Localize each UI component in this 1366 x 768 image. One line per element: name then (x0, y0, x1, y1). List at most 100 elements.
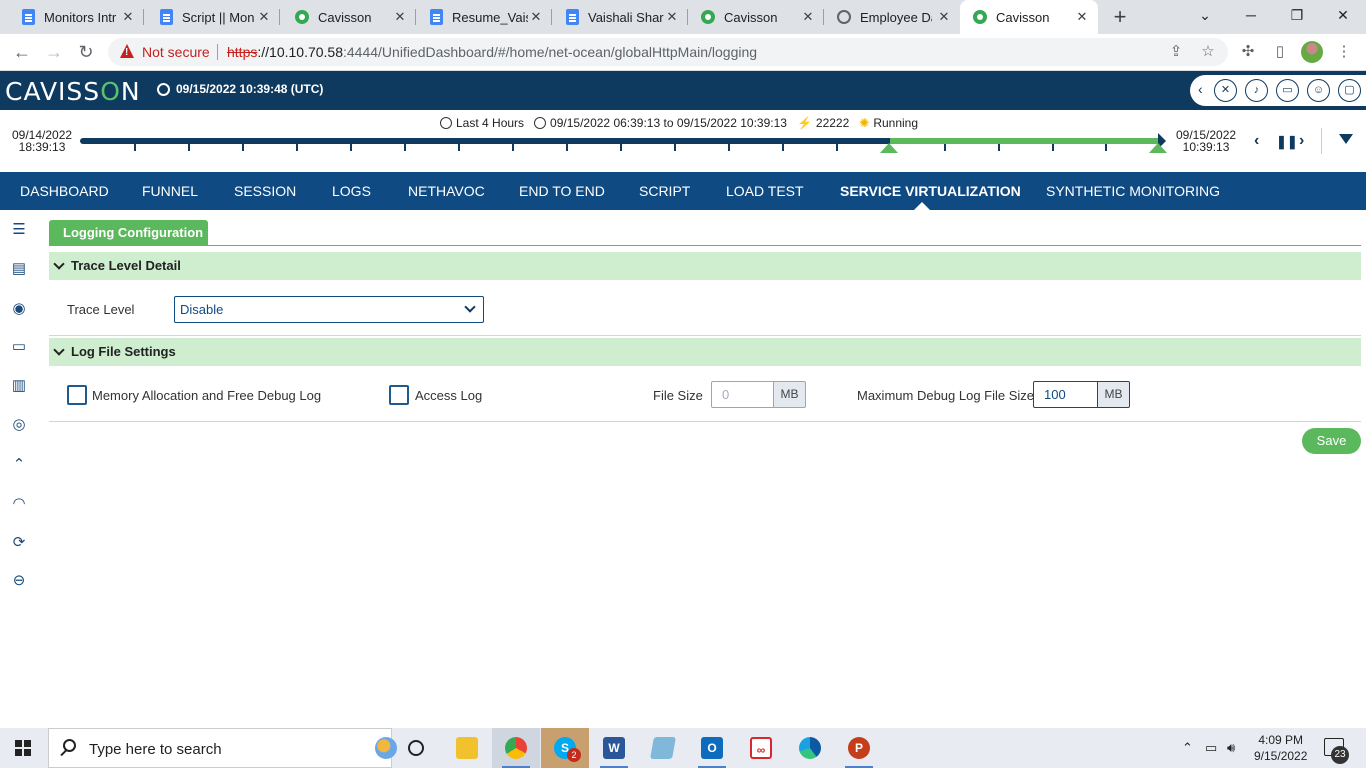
file-size-input[interactable]: 0 (711, 381, 774, 408)
nav-funnel[interactable]: FUNNEL (142, 183, 198, 199)
outlook-icon[interactable]: O (688, 728, 736, 768)
up-circle-icon[interactable]: ⌃ (10, 456, 28, 474)
minimize-icon[interactable]: ─ (1228, 0, 1274, 30)
timeline-end-handle[interactable] (1149, 143, 1167, 153)
section-log-file-settings[interactable]: Log File Settings (49, 338, 1361, 366)
cavisson-app-icon[interactable]: ∞ (737, 728, 785, 768)
trace-level-select[interactable]: Disable (174, 296, 484, 323)
nav-dashboard[interactable]: DASHBOARD (20, 183, 109, 199)
volume-icon[interactable]: 🔊︎ (1227, 740, 1235, 756)
cavisson-logo[interactable]: CAVISSON (5, 77, 141, 106)
storage-icon[interactable]: ▭ (1276, 79, 1299, 102)
extensions-puzzle-icon[interactable]: ✣ (1238, 42, 1258, 62)
close-icon[interactable]: ✕ (664, 9, 680, 25)
bookmark-star-icon[interactable]: ☆ (1198, 42, 1218, 62)
close-icon[interactable]: ✕ (800, 9, 816, 25)
word-icon[interactable]: W (590, 728, 638, 768)
browser-tab-title: Script || Moni (182, 9, 254, 25)
security-status[interactable]: Not secure (142, 44, 210, 60)
url-omnibox[interactable]: Not secure https://10.10.70.58:4444/Unif… (108, 38, 1228, 66)
doc-icon (564, 9, 580, 25)
browser-tab[interactable]: Resume_Vaish ✕ (416, 0, 552, 34)
profile-avatar[interactable] (1301, 41, 1323, 63)
gauge-icon[interactable]: ◠ (10, 495, 28, 513)
timeline-selection[interactable] (890, 138, 1160, 144)
chevron-left-icon[interactable]: ‹ (1254, 132, 1259, 150)
browser-tab[interactable]: Cavisson ✕ (280, 0, 416, 34)
skype-icon[interactable]: S2 (541, 728, 589, 768)
memory-log-checkbox[interactable] (67, 385, 87, 405)
doc-icon (428, 9, 444, 25)
run-status: Running (873, 116, 919, 130)
chrome-icon[interactable] (492, 728, 540, 768)
desktop-icon[interactable]: ▭ (10, 338, 28, 356)
section-trace-level-detail[interactable]: Trace Level Detail (49, 252, 1361, 280)
pause-icon[interactable]: ❚❚ (1276, 134, 1298, 150)
url-text[interactable]: https://10.10.70.58:4444/UnifiedDashboar… (227, 44, 757, 60)
restore-icon[interactable]: ❐ (1274, 0, 1320, 30)
nav-service-virtualization[interactable]: SERVICE VIRTUALIZATION (840, 183, 1021, 199)
filter-icon[interactable] (1339, 134, 1353, 144)
warning-icon (120, 44, 134, 58)
access-log-checkbox[interactable] (389, 385, 409, 405)
close-icon[interactable]: ✕ (1074, 9, 1090, 25)
list-settings-icon[interactable]: ☰ (10, 221, 28, 239)
reload-icon[interactable]: ↻ (74, 40, 98, 64)
tray-chevron-up-icon[interactable]: ⌃ (1182, 740, 1193, 756)
share-icon[interactable]: ⇪ (1166, 42, 1186, 62)
browser-tab-active[interactable]: Cavisson ✕ (960, 0, 1098, 34)
powerpoint-icon[interactable]: P (835, 728, 883, 768)
side-panel-icon[interactable]: ▯ (1270, 42, 1290, 62)
taskbar-search-input[interactable]: Type here to search (48, 728, 397, 768)
monitor-icon[interactable]: ▢ (1338, 79, 1361, 102)
browser-tab[interactable]: Employee Da ✕ (824, 0, 960, 34)
globe-network-icon[interactable]: ◎ (10, 416, 28, 434)
notepad-icon[interactable] (639, 728, 687, 768)
edge-icon[interactable] (786, 728, 834, 768)
windows-start-icon[interactable] (15, 740, 31, 756)
nav-session[interactable]: SESSION (234, 183, 296, 199)
nav-script[interactable]: SCRIPT (639, 183, 690, 199)
browser-tab[interactable]: Script || Moni ✕ (144, 0, 280, 34)
user-icon[interactable]: ☺ (1307, 79, 1330, 102)
browser-tab[interactable]: Cavisson ✕ (688, 0, 824, 34)
taskbar-clock[interactable]: 4:09 PM 9/15/2022 (1254, 732, 1307, 764)
timeline-track[interactable] (80, 138, 890, 144)
chevron-left-icon[interactable]: ‹ (1198, 81, 1203, 97)
nav-synthetic-monitoring[interactable]: SYNTHETIC MONITORING (1046, 183, 1220, 199)
time-preset[interactable]: Last 4 Hours (456, 116, 524, 130)
save-button[interactable]: Save (1302, 428, 1361, 454)
window-close-icon[interactable]: ✕ (1320, 0, 1366, 30)
menu-kebab-icon[interactable]: ⋮ (1334, 42, 1354, 62)
close-icon[interactable]: ✕ (528, 9, 544, 25)
max-debug-log-input[interactable]: 100 (1033, 381, 1098, 408)
close-icon[interactable]: ✕ (256, 9, 272, 25)
new-tab-plus-icon[interactable]: + (1108, 5, 1132, 29)
timeline-start-handle[interactable] (880, 143, 898, 153)
nav-load-test[interactable]: LOAD TEST (726, 183, 804, 199)
back-arrow-icon[interactable]: ← (10, 40, 34, 64)
bell-icon[interactable]: ♪ (1245, 79, 1268, 102)
chevron-right-icon[interactable]: › (1299, 132, 1304, 150)
nav-nethavoc[interactable]: NETHAVOC (408, 183, 485, 199)
file-explorer-icon[interactable] (443, 728, 491, 768)
nav-end-to-end[interactable]: END TO END (519, 183, 605, 199)
forward-arrow-icon[interactable]: → (42, 40, 66, 64)
close-icon[interactable]: ✕ (120, 9, 136, 25)
server-icon[interactable]: ▥ (10, 377, 28, 395)
browser-tab-title: Monitors Intr (44, 9, 117, 25)
tools-icon[interactable]: ✕ (1214, 79, 1237, 102)
nav-logs[interactable]: LOGS (332, 183, 371, 199)
back-circle-icon[interactable]: ⊖ (10, 572, 28, 590)
close-icon[interactable]: ✕ (392, 9, 408, 25)
task-view-icon[interactable] (392, 728, 440, 768)
lock-circle-icon[interactable]: ◉ (10, 300, 28, 318)
clipboard-icon[interactable]: ▤ (10, 260, 28, 278)
battery-icon[interactable]: ▭ (1205, 740, 1217, 756)
cycle-icon[interactable]: ⟳ (10, 534, 28, 552)
tab-search-chevron-icon[interactable]: ⌄ (1182, 0, 1228, 30)
close-icon[interactable]: ✕ (936, 9, 952, 25)
browser-tab[interactable]: Monitors Intr ✕ (0, 0, 144, 34)
browser-tab[interactable]: Vaishali Sharm ✕ (552, 0, 688, 34)
tab-logging-configuration[interactable]: Logging Configuration (49, 220, 208, 246)
